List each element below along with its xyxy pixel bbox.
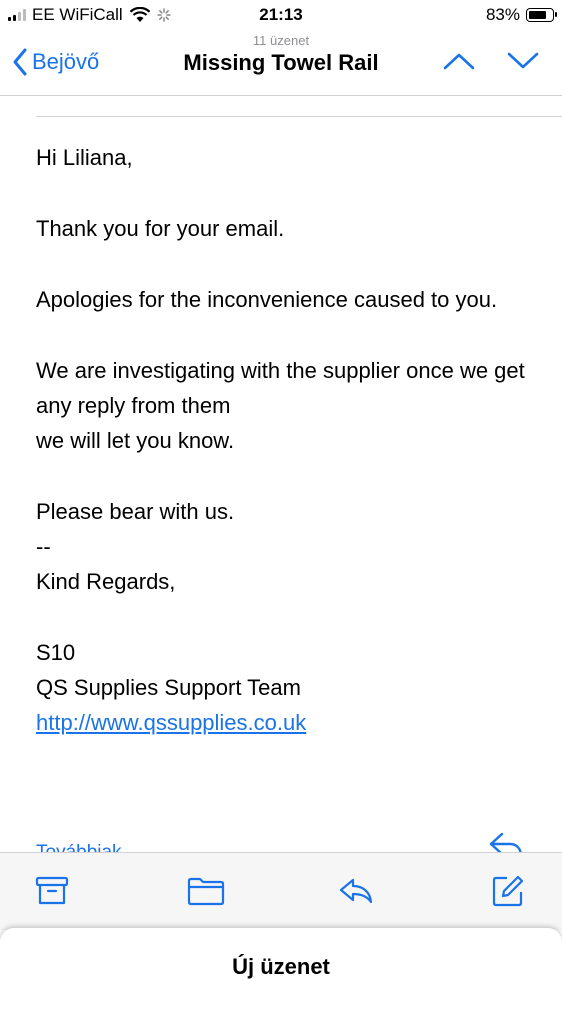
bottom-toolbar xyxy=(0,852,562,930)
signature-name: S10 xyxy=(36,640,76,665)
reply-button[interactable] xyxy=(336,871,376,911)
new-message-title: Új üzenet xyxy=(232,954,330,979)
signature-separator: -- xyxy=(36,534,51,559)
reply-button-inline[interactable] xyxy=(486,830,526,852)
archive-button[interactable] xyxy=(32,871,72,911)
next-message-button[interactable] xyxy=(506,50,540,77)
previous-message-button[interactable] xyxy=(442,50,476,77)
battery-percent: 83% xyxy=(485,5,520,24)
signature-link[interactable]: http://www.qssupplies.co.uk xyxy=(36,710,306,735)
nav-bar: 11 üzenet Bejövő Missing Towel Rail xyxy=(0,30,562,96)
greeting: Hi Liliana, xyxy=(36,145,133,170)
body-line: We are investigating with the supplier o… xyxy=(36,358,525,418)
battery-icon xyxy=(526,8,557,22)
chevron-up-icon xyxy=(443,53,475,70)
body-line: we will let you know. xyxy=(36,428,235,453)
sign-off: Kind Regards, xyxy=(36,569,176,594)
compose-button[interactable] xyxy=(488,871,528,911)
body-line: Apologies for the inconvenience caused t… xyxy=(36,287,498,312)
status-time: 21:13 xyxy=(259,5,303,24)
move-to-folder-button[interactable] xyxy=(186,871,226,911)
body-line: Please bear with us. xyxy=(36,499,235,524)
compose-icon xyxy=(492,875,524,907)
status-bar: EE WiFiCall 21:13 83% xyxy=(0,0,562,32)
reply-icon xyxy=(339,878,373,904)
page-title: Missing Towel Rail xyxy=(183,50,379,75)
battery-group: 83% xyxy=(485,5,557,25)
signature-team: QS Supplies Support Team xyxy=(36,675,301,700)
reply-icon xyxy=(489,832,522,852)
email-body[interactable]: Hi Liliana, Thank you for your email. Ap… xyxy=(0,96,562,852)
body-line: Thank you for your email. xyxy=(36,216,285,241)
message-count: 11 üzenet xyxy=(252,33,310,48)
divider xyxy=(36,116,562,117)
email-text: Hi Liliana, Thank you for your email. Ap… xyxy=(36,140,536,740)
archive-icon xyxy=(35,876,69,905)
new-message-sheet[interactable]: Új üzenet xyxy=(0,928,562,1018)
more-link[interactable]: Továbbiak xyxy=(36,842,122,852)
chevron-down-icon xyxy=(507,52,539,69)
folder-icon xyxy=(187,877,225,906)
